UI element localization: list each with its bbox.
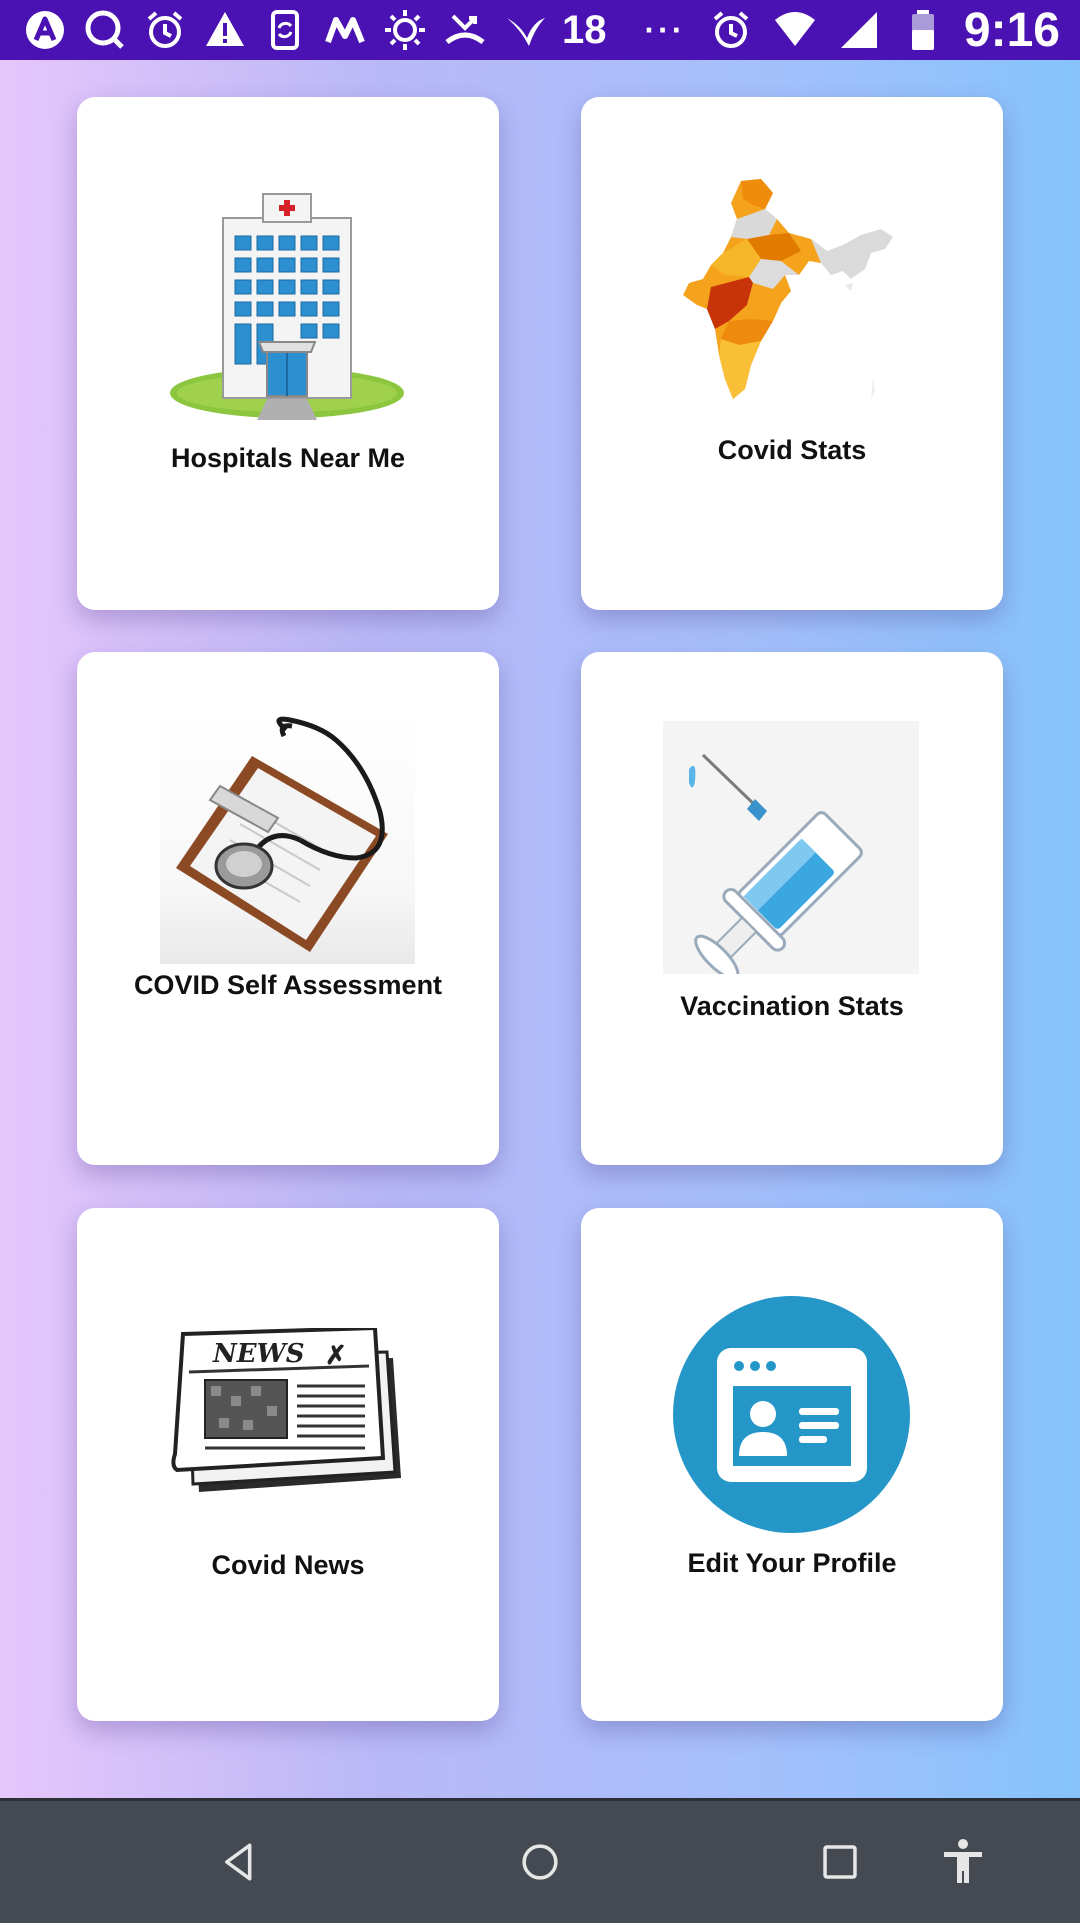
accessibility-button[interactable] [928,1827,998,1897]
missed-call-icon [442,7,488,53]
accessibility-icon [944,1839,982,1883]
signal-icon [836,7,882,53]
status-bar-notifications: 18 ··· [22,6,695,54]
alarm-icon [142,7,188,53]
covid-stats-card[interactable]: Covid Stats [581,97,1003,610]
card-label: Vaccination Stats [680,991,904,1021]
profile-card-icon [673,1296,910,1533]
hospital-building-icon [167,190,407,420]
card-label: COVID Self Assessment [133,970,443,1000]
covid-self-assessment-card[interactable]: COVID Self Assessment [77,652,499,1165]
alarm-icon [708,7,754,53]
back-button[interactable] [205,1827,275,1897]
search-icon [82,7,128,53]
hospitals-near-me-card[interactable]: Hospitals Near Me [77,97,499,610]
india-map-icon [681,179,901,424]
recents-icon [823,1845,857,1879]
card-label: Covid News [211,1550,365,1580]
covid-news-card[interactable]: NEWS ✗ Covid News [77,1208,499,1721]
clipboard-stethoscope-icon [160,716,415,964]
card-label: Covid Stats [717,435,867,465]
edit-profile-card[interactable]: Edit Your Profile [581,1208,1003,1721]
syringe-icon [663,721,919,980]
bird-app-icon [502,7,548,53]
status-bar-system: 9:16 [708,4,1060,57]
card-label: Hospitals Near Me [170,443,406,473]
notification-count: 18 [562,7,607,52]
home-icon [522,1844,558,1880]
phone-sync-icon [262,7,308,53]
more-notifications-indicator: ··· [644,11,686,48]
svg-text:NEWS: NEWS [212,1339,305,1369]
card-label: Edit Your Profile [687,1548,897,1578]
brightness-icon [382,7,428,53]
status-bar: 18 ··· 9:16 [0,0,1080,60]
m-app-icon [322,7,368,53]
recents-button[interactable] [805,1827,875,1897]
newspaper-icon: NEWS ✗ [169,1325,405,1500]
back-icon [225,1843,252,1881]
navigation-bar [0,1798,1080,1923]
wifi-icon [772,7,818,53]
home-button[interactable] [505,1827,575,1897]
warning-icon [202,7,248,53]
vaccination-stats-card[interactable]: Vaccination Stats [581,652,1003,1165]
battery-icon [900,7,946,53]
app-a-icon [22,7,68,53]
clock-time: 9:16 [963,3,1060,57]
